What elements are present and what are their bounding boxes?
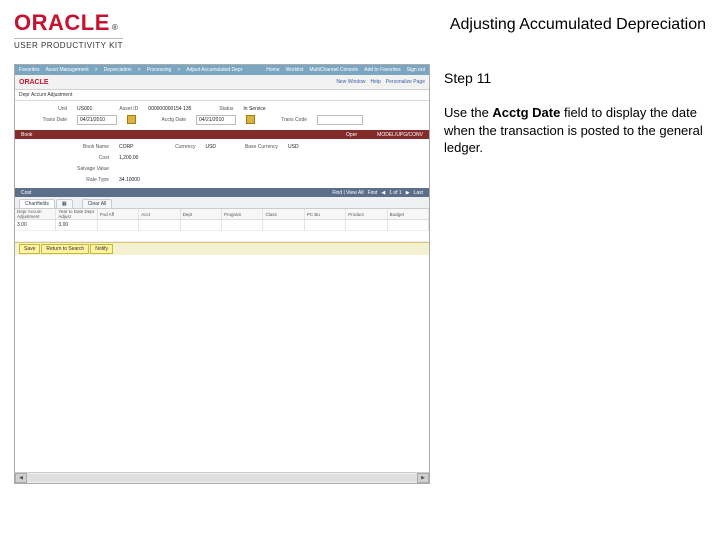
- gridcol: Class: [263, 209, 304, 219]
- value-basecurrency: USD: [288, 144, 299, 150]
- cost-band-label: Cost: [21, 190, 31, 196]
- label-status: Status: [201, 106, 233, 112]
- topnav-item[interactable]: Asset Management: [46, 67, 89, 73]
- gridcell[interactable]: [305, 220, 346, 230]
- step-instruction: Use the Acctg Date field to display the …: [444, 104, 706, 157]
- scroll-left-icon[interactable]: ◀: [15, 473, 27, 483]
- grid-header: Depr Accum Adjustment Year to Date Depr …: [15, 209, 429, 220]
- grid-tabstrip: Chartfields ▦ Clear All: [15, 197, 429, 209]
- nav-first[interactable]: First: [368, 190, 378, 196]
- step-text-pre: Use the: [444, 105, 492, 120]
- step-field-name: Acctg Date: [492, 105, 560, 120]
- input-acctgdate[interactable]: 04/21/2010: [196, 115, 236, 125]
- band-left-label: Book: [21, 132, 32, 138]
- value-ratetype: 34.10000: [119, 177, 140, 183]
- toplink[interactable]: Sign out: [407, 67, 425, 73]
- label-assetid: Asset ID: [102, 106, 138, 112]
- value-status: In Service: [243, 106, 265, 112]
- input-transcode[interactable]: [317, 115, 363, 125]
- gridcell[interactable]: [346, 220, 387, 230]
- band-right-label: Oper: [346, 132, 357, 138]
- value-unit: US001: [77, 106, 92, 112]
- label-currency: Currency: [143, 144, 195, 150]
- gridcol: Year to Date Depr Adjust: [56, 209, 97, 219]
- brand-logo: ORACLE ® USER PRODUCTIVITY KIT: [14, 10, 123, 50]
- gridcell[interactable]: [139, 220, 180, 230]
- value-assetid: 000000000154 135: [148, 106, 191, 112]
- brand-text: ORACLE: [14, 10, 110, 36]
- label-transcode: Trans Code: [265, 117, 307, 123]
- link-personalize[interactable]: Personalize Page: [386, 79, 425, 85]
- gridcell[interactable]: [388, 220, 429, 230]
- toplink[interactable]: Add to Favorites: [364, 67, 400, 73]
- label-cost: Cost: [57, 155, 109, 161]
- gridcol: Product: [346, 209, 387, 219]
- toplink[interactable]: Home: [266, 67, 279, 73]
- cost-band: Cost Find | View All First ◀ 1 of 1 ▶ La…: [15, 188, 429, 197]
- gridcol: Dept: [181, 209, 222, 219]
- product-line: USER PRODUCTIVITY KIT: [14, 38, 123, 50]
- save-button[interactable]: Save: [19, 244, 40, 254]
- gridcol: Depr Accum Adjustment: [15, 209, 56, 219]
- label-bookname: Book Name: [57, 144, 109, 150]
- trademark-symbol: ®: [112, 23, 118, 32]
- label-ratetype: Rate Type: [57, 177, 109, 183]
- calendar-icon[interactable]: [246, 115, 255, 124]
- nav-last[interactable]: Last: [414, 190, 423, 196]
- app-brand-text: ORACLE: [19, 79, 49, 86]
- book-band: Book Oper MODEL/UPG/CONV: [15, 130, 429, 139]
- label-acctgdate: Acctg Date: [146, 117, 186, 123]
- topnav-item[interactable]: Processing: [147, 67, 172, 73]
- gridcell[interactable]: [222, 220, 263, 230]
- nav-position: 1 of 1: [389, 190, 402, 196]
- grid-row: 3.00 3.00: [15, 220, 429, 231]
- tab-extra-icon[interactable]: ▦: [56, 199, 73, 208]
- toplink[interactable]: MultiChannel Console: [309, 67, 358, 73]
- step-heading: Step 11: [444, 70, 706, 86]
- return-to-search-button[interactable]: Return to Search: [41, 244, 89, 254]
- link-help[interactable]: Help: [371, 79, 381, 85]
- scroll-right-icon[interactable]: ▶: [417, 473, 429, 483]
- gridcol: Acct: [139, 209, 180, 219]
- topnav-item[interactable]: Depreciation: [104, 67, 132, 73]
- topnav-item[interactable]: Adjust Accumulated Depr: [186, 67, 242, 73]
- gridcell[interactable]: [181, 220, 222, 230]
- gridcol: Budget: [388, 209, 429, 219]
- band-right-value: MODEL/UPG/CONV: [377, 132, 423, 138]
- app-header: ORACLE New Window Help Personalize Page: [15, 75, 429, 90]
- horizontal-scrollbar[interactable]: ◀ ▶: [15, 472, 429, 483]
- label-unit: Unit: [25, 106, 67, 112]
- page-title: Depr Accum Adjustment: [15, 90, 429, 101]
- gridcol: Fnd Aff: [98, 209, 139, 219]
- label-basecurrency: Base Currency: [226, 144, 278, 150]
- gridcell[interactable]: [98, 220, 139, 230]
- embedded-screenshot: Favorites Asset Management > Depreciatio…: [14, 64, 430, 484]
- clear-all-button[interactable]: Clear All: [82, 199, 113, 208]
- topnav-bar: Favorites Asset Management > Depreciatio…: [15, 65, 429, 75]
- value-cost: 1,200.00: [119, 155, 138, 161]
- input-transdate[interactable]: 04/21/2010: [77, 115, 117, 125]
- value-currency: USD: [205, 144, 216, 150]
- gridcol: PC Bu: [305, 209, 346, 219]
- gridcell[interactable]: 3.00: [56, 220, 97, 230]
- topnav-item[interactable]: Favorites: [19, 67, 40, 73]
- lesson-title: Adjusting Accumulated Depreciation: [123, 10, 706, 34]
- gridcell[interactable]: [263, 220, 304, 230]
- value-bookname: CORP: [119, 144, 133, 150]
- gridcol: Program: [222, 209, 263, 219]
- link-new-window[interactable]: New Window: [336, 79, 365, 85]
- link-find-viewall[interactable]: Find | View All: [332, 190, 363, 196]
- tab-chartfields[interactable]: Chartfields: [19, 199, 55, 208]
- calendar-icon[interactable]: [127, 115, 136, 124]
- toplink[interactable]: Worklist: [286, 67, 304, 73]
- label-salvage: Salvage Value: [57, 166, 109, 172]
- gridcell[interactable]: 3.00: [15, 220, 56, 230]
- page-footer: Save Return to Search Notify: [15, 242, 429, 255]
- label-transdate: Trans Date: [25, 117, 67, 123]
- notify-button[interactable]: Notify: [90, 244, 113, 254]
